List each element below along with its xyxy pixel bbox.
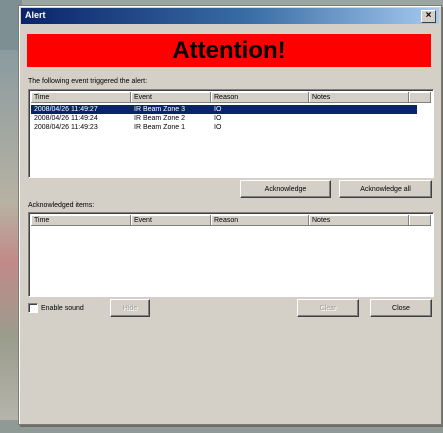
cell-time: 2008/04/26 11:49:24 xyxy=(34,115,98,122)
cell-event: IR Beam Zone 1 xyxy=(134,124,185,131)
title-bar[interactable]: Alert × xyxy=(21,8,439,24)
alert-dialog: Alert × Attention! The following event t… xyxy=(18,5,442,425)
column-header-time[interactable]: Time xyxy=(31,92,131,103)
enable-sound-option[interactable]: Enable sound xyxy=(28,303,84,313)
close-button[interactable]: Close xyxy=(370,299,432,317)
acknowledge-all-button[interactable]: Acknowledge all xyxy=(339,180,432,198)
attention-banner: Attention! xyxy=(27,34,431,67)
cell-event: IR Beam Zone 2 xyxy=(134,115,185,122)
table-row[interactable]: 2008/04/26 11:49:24 IR Beam Zone 2 IO xyxy=(31,114,417,123)
list-header: Time Event Reason Notes xyxy=(31,92,431,103)
cell-reason: IO xyxy=(214,115,222,122)
column-header-notes[interactable]: Notes xyxy=(309,92,409,103)
table-row[interactable]: 2008/04/26 11:49:23 IR Beam Zone 1 IO xyxy=(31,123,417,132)
cell-event: IR Beam Zone 3 xyxy=(134,106,185,113)
banner-text: Attention! xyxy=(172,36,286,64)
clear-button[interactable]: Clear xyxy=(297,299,359,317)
table-row[interactable]: 2008/04/26 11:49:27 IR Beam Zone 3 IO xyxy=(31,105,417,114)
cell-time: 2008/04/26 11:49:23 xyxy=(34,124,98,131)
cell-time: 2008/04/26 11:49:27 xyxy=(34,106,98,113)
window-title: Alert xyxy=(25,10,46,20)
close-icon[interactable]: × xyxy=(421,10,436,23)
hide-button[interactable]: Hide xyxy=(110,299,150,317)
column-header-reason[interactable]: Reason xyxy=(211,215,309,226)
column-header-notes[interactable]: Notes xyxy=(309,215,409,226)
list-header: Time Event Reason Notes xyxy=(31,215,431,226)
column-header-event[interactable]: Event xyxy=(131,92,211,103)
cell-reason: IO xyxy=(214,124,222,131)
triggered-events-list[interactable]: Time Event Reason Notes 2008/04/26 11:49… xyxy=(28,89,434,178)
column-header-reason[interactable]: Reason xyxy=(211,92,309,103)
cell-notes xyxy=(309,123,417,132)
enable-sound-checkbox[interactable] xyxy=(28,303,38,313)
acknowledge-button[interactable]: Acknowledge xyxy=(240,180,331,198)
acknowledged-items-label: Acknowledged items: xyxy=(28,202,95,209)
cell-reason: IO xyxy=(214,106,222,113)
column-header-time[interactable]: Time xyxy=(31,215,131,226)
column-header-filler xyxy=(409,215,431,226)
cell-notes xyxy=(309,114,417,123)
acknowledged-items-list[interactable]: Time Event Reason Notes xyxy=(28,212,434,297)
triggered-events-label: The following event triggered the alert: xyxy=(28,78,148,85)
column-header-event[interactable]: Event xyxy=(131,215,211,226)
enable-sound-label: Enable sound xyxy=(41,304,84,312)
cell-notes xyxy=(309,105,417,114)
column-header-filler xyxy=(409,92,431,103)
